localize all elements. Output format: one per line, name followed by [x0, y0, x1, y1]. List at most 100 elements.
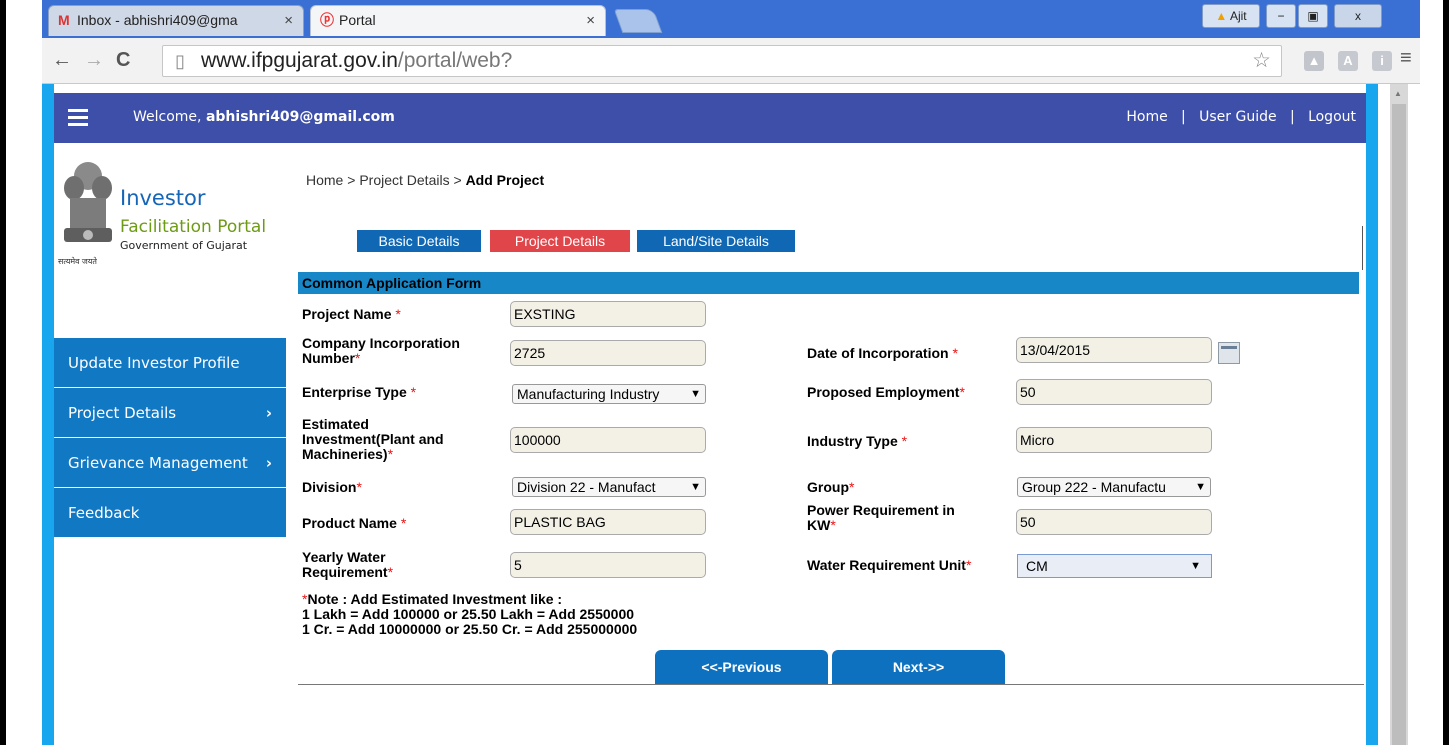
- scroll-thumb[interactable]: [1392, 104, 1406, 745]
- scroll-up-icon[interactable]: ▲: [1394, 89, 1402, 98]
- star-icon[interactable]: ☆: [1252, 46, 1271, 76]
- hamburger-menu-icon[interactable]: [68, 109, 88, 112]
- browser-tab-portal[interactable]: ⓟ Portal ×: [310, 5, 606, 36]
- tab-project-details[interactable]: Project Details: [490, 230, 630, 252]
- forward-icon[interactable]: →: [84, 49, 104, 72]
- proposed-employment-input[interactable]: 50: [1016, 379, 1212, 405]
- logout-link[interactable]: Logout: [1308, 109, 1356, 125]
- portal-header: Welcome, abhishri409@gmail.com Home | Us…: [54, 93, 1366, 143]
- previous-button[interactable]: <<-Previous: [655, 650, 828, 684]
- logo-line3: Government of Gujarat: [120, 239, 248, 252]
- power-requirement-label: Power Requirement in KW*: [807, 502, 955, 533]
- close-icon[interactable]: ×: [284, 6, 293, 35]
- menu-icon[interactable]: ≡: [1400, 47, 1412, 70]
- date-of-incorporation-input[interactable]: 13/04/2015: [1016, 337, 1212, 363]
- industry-type-input[interactable]: Micro: [1016, 427, 1212, 453]
- welcome-text: Welcome, abhishri409@gmail.com: [133, 109, 395, 125]
- tab-land-site-details[interactable]: Land/Site Details: [637, 230, 795, 252]
- user-guide-link[interactable]: User Guide: [1199, 109, 1276, 125]
- scrollbar[interactable]: ▲: [1390, 84, 1408, 745]
- breadcrumb-current: Add Project: [465, 172, 545, 188]
- investment-note: *Note : Add Estimated Investment like : …: [302, 591, 638, 637]
- divider: [1362, 226, 1363, 270]
- enterprise-type-label: Enterprise Type *: [302, 384, 417, 400]
- sidebar-item-label: Update Investor Profile: [68, 354, 240, 372]
- chevron-down-icon: ▼: [1190, 560, 1201, 572]
- address-toolbar: ← → C ▯ www.ifpgujarat.gov.in/portal/web…: [42, 38, 1420, 84]
- enterprise-type-select[interactable]: Manufacturing Industry ▼: [512, 384, 706, 404]
- next-button[interactable]: Next->>: [832, 650, 1005, 684]
- sidebar-item-project-details[interactable]: Project Details ›: [54, 388, 286, 438]
- form-bottom-divider: [298, 684, 1364, 685]
- warning-icon: ▲: [1215, 9, 1228, 23]
- sidebar-item-update-investor-profile[interactable]: Update Investor Profile: [54, 338, 286, 388]
- browser-tab-bar: M Inbox - abhishri409@gma × ⓟ Portal × ▲…: [42, 0, 1420, 38]
- division-select[interactable]: Division 22 - Manufact ▼: [512, 477, 706, 497]
- estimated-investment-input[interactable]: 100000: [510, 427, 706, 453]
- browser-tab-inbox[interactable]: M Inbox - abhishri409@gma ×: [48, 5, 304, 36]
- sidebar-item-grievance-management[interactable]: Grievance Management ›: [54, 438, 286, 488]
- breadcrumb-project-details[interactable]: Project Details: [359, 172, 449, 188]
- tab-title: Portal: [339, 12, 376, 28]
- url-bar[interactable]: ▯ www.ifpgujarat.gov.in/portal/web? ☆: [162, 45, 1282, 77]
- sidebar-item-label: Grievance Management: [68, 454, 248, 472]
- restore-button[interactable]: ▣: [1298, 4, 1328, 28]
- portal-icon: ⓟ: [320, 12, 334, 28]
- tab-basic-details[interactable]: Basic Details: [357, 230, 481, 252]
- reload-icon[interactable]: C: [116, 49, 130, 72]
- sidebar-item-feedback[interactable]: Feedback: [54, 488, 286, 538]
- proposed-employment-label: Proposed Employment*: [807, 384, 965, 400]
- emblem-icon: [64, 162, 112, 242]
- minimize-button[interactable]: −: [1266, 4, 1296, 28]
- welcome-prefix: Welcome,: [133, 109, 202, 125]
- group-select[interactable]: Group 222 - Manufactu ▼: [1017, 477, 1211, 497]
- close-icon[interactable]: ×: [586, 6, 595, 35]
- product-name-input[interactable]: PLASTIC BAG: [510, 509, 706, 535]
- company-incorporation-number-input[interactable]: 2725: [510, 340, 706, 366]
- logo-motto: सत्यमेव जयते: [58, 257, 97, 266]
- profile-name: Ajit: [1229, 9, 1247, 23]
- chevron-down-icon: ▼: [1195, 481, 1206, 493]
- company-incorporation-number-label: Company Incorporation Number*: [302, 335, 460, 366]
- home-link[interactable]: Home: [1126, 109, 1167, 125]
- date-of-incorporation-label: Date of Incorporation *: [807, 345, 958, 361]
- industry-type-label: Industry Type *: [807, 433, 908, 449]
- header-links: Home | User Guide | Logout: [1126, 109, 1356, 125]
- user-email: abhishri409@gmail.com: [205, 109, 395, 125]
- extension-i-icon[interactable]: i: [1372, 51, 1392, 71]
- form-header: Common Application Form: [298, 272, 1359, 294]
- url-host: www.ifpgujarat.gov.in: [201, 49, 398, 72]
- logo-line2: Facilitation Portal: [120, 217, 267, 237]
- sidebar-item-label: Feedback: [68, 504, 140, 522]
- chevron-right-icon: ›: [265, 404, 272, 422]
- logo-line1: Investor: [120, 186, 206, 210]
- drive-icon[interactable]: ▲: [1304, 51, 1324, 71]
- water-requirement-unit-label: Water Requirement Unit*: [807, 557, 972, 573]
- project-name-input[interactable]: EXSTING: [510, 301, 706, 327]
- power-requirement-input[interactable]: 50: [1016, 509, 1212, 535]
- yearly-water-requirement-label: Yearly Water Requirement*: [302, 549, 394, 580]
- sidebar-item-label: Project Details: [68, 404, 177, 422]
- back-icon[interactable]: ←: [52, 49, 72, 72]
- chevron-down-icon: ▼: [690, 481, 701, 493]
- water-requirement-unit-select[interactable]: CM ▼: [1017, 554, 1212, 578]
- right-border: [1443, 0, 1449, 745]
- breadcrumb-home[interactable]: Home: [306, 172, 343, 188]
- close-window-button[interactable]: x: [1334, 4, 1382, 28]
- yearly-water-requirement-input[interactable]: 5: [510, 552, 706, 578]
- group-label: Group*: [807, 479, 855, 495]
- new-tab-button[interactable]: [613, 9, 663, 33]
- left-border: [0, 0, 6, 745]
- portal-logo[interactable]: Investor Facilitation Portal Government …: [58, 158, 283, 268]
- chevron-right-icon: ›: [265, 454, 272, 472]
- profile-button[interactable]: ▲ Ajit: [1202, 4, 1260, 28]
- url-path: /portal/web?: [397, 49, 513, 72]
- tab-title: Inbox - abhishri409@gma: [77, 12, 238, 28]
- calendar-icon[interactable]: [1218, 342, 1240, 364]
- extension-a-icon[interactable]: A: [1338, 51, 1358, 71]
- sidebar: Update Investor Profile Project Details …: [54, 338, 286, 538]
- page-icon: ▯: [175, 51, 185, 71]
- chevron-down-icon: ▼: [690, 388, 701, 400]
- breadcrumb: Home > Project Details > Add Project: [306, 172, 545, 188]
- project-name-label: Project Name *: [302, 306, 401, 322]
